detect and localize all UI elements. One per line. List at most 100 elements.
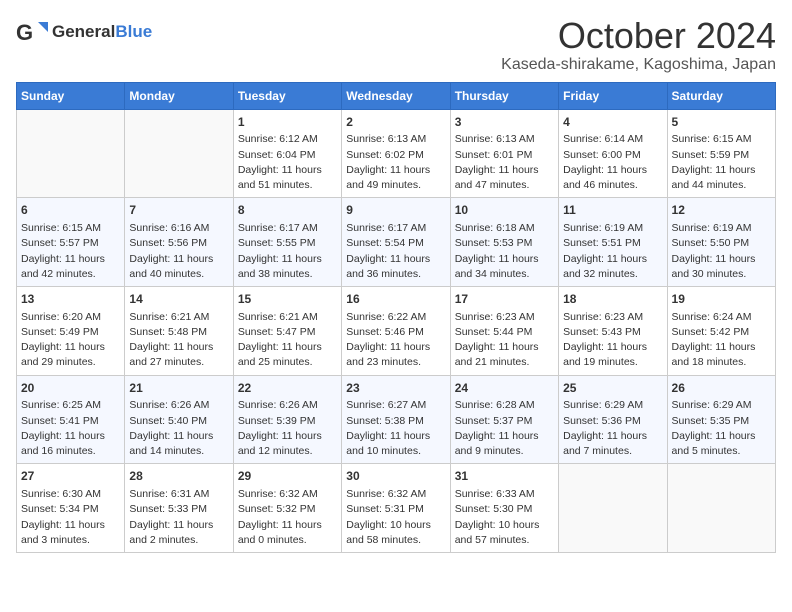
calendar-cell xyxy=(667,464,775,553)
calendar-cell: 2Sunrise: 6:13 AMSunset: 6:02 PMDaylight… xyxy=(342,109,450,198)
day-number: 2 xyxy=(346,114,445,131)
day-number: 18 xyxy=(563,291,662,308)
day-number: 25 xyxy=(563,380,662,397)
day-content: Sunrise: 6:25 AMSunset: 5:41 PMDaylight:… xyxy=(21,398,120,459)
day-content: Sunrise: 6:32 AMSunset: 5:32 PMDaylight:… xyxy=(238,487,337,548)
calendar-cell: 3Sunrise: 6:13 AMSunset: 6:01 PMDaylight… xyxy=(450,109,558,198)
subtitle: Kaseda-shirakame, Kagoshima, Japan xyxy=(501,56,776,74)
day-content: Sunrise: 6:14 AMSunset: 6:00 PMDaylight:… xyxy=(563,132,662,193)
calendar-cell xyxy=(125,109,233,198)
calendar-cell: 21Sunrise: 6:26 AMSunset: 5:40 PMDayligh… xyxy=(125,375,233,464)
day-content: Sunrise: 6:33 AMSunset: 5:30 PMDaylight:… xyxy=(455,487,554,548)
calendar-header: SundayMondayTuesdayWednesdayThursdayFrid… xyxy=(17,82,776,109)
calendar-cell: 24Sunrise: 6:28 AMSunset: 5:37 PMDayligh… xyxy=(450,375,558,464)
day-content: Sunrise: 6:22 AMSunset: 5:46 PMDaylight:… xyxy=(346,310,445,371)
day-content: Sunrise: 6:18 AMSunset: 5:53 PMDaylight:… xyxy=(455,221,554,282)
calendar-cell: 19 Sunrise: 6:24 AMSunset: 5:42 PMDayligh… xyxy=(667,286,775,375)
day-number: 19 xyxy=(672,291,771,308)
weekday-header-friday: Friday xyxy=(559,82,667,109)
day-number: 4 xyxy=(563,114,662,131)
calendar-body: 1Sunrise: 6:12 AMSunset: 6:04 PMDaylight… xyxy=(17,109,776,552)
calendar-cell: 1Sunrise: 6:12 AMSunset: 6:04 PMDaylight… xyxy=(233,109,341,198)
weekday-header-monday: Monday xyxy=(125,82,233,109)
day-number: 29 xyxy=(238,468,337,485)
calendar-cell: 16 Sunrise: 6:22 AMSunset: 5:46 PMDayligh… xyxy=(342,286,450,375)
calendar-cell: 11Sunrise: 6:19 AMSunset: 5:51 PMDayligh… xyxy=(559,198,667,287)
calendar-cell: 29 Sunrise: 6:32 AMSunset: 5:32 PMDayligh… xyxy=(233,464,341,553)
day-number: 13 xyxy=(21,291,120,308)
calendar-cell: 22Sunrise: 6:26 AMSunset: 5:39 PMDayligh… xyxy=(233,375,341,464)
day-number: 26 xyxy=(672,380,771,397)
day-content: Sunrise: 6:17 AMSunset: 5:55 PMDaylight:… xyxy=(238,221,337,282)
day-number: 3 xyxy=(455,114,554,131)
day-content: Sunrise: 6:21 AMSunset: 5:47 PMDaylight:… xyxy=(238,310,337,371)
day-content: Sunrise: 6:29 AMSunset: 5:36 PMDaylight:… xyxy=(563,398,662,459)
title-area: October 2024 Kaseda-shirakame, Kagoshima… xyxy=(501,16,776,74)
day-content: Sunrise: 6:13 AMSunset: 6:01 PMDaylight:… xyxy=(455,132,554,193)
day-content: Sunrise: 6:29 AMSunset: 5:35 PMDaylight:… xyxy=(672,398,771,459)
calendar-cell: 25Sunrise: 6:29 AMSunset: 5:36 PMDayligh… xyxy=(559,375,667,464)
calendar-cell: 17Sunrise: 6:23 AMSunset: 5:44 PMDayligh… xyxy=(450,286,558,375)
day-number: 12 xyxy=(672,202,771,219)
week-row-3: 20Sunrise: 6:25 AMSunset: 5:41 PMDayligh… xyxy=(17,375,776,464)
logo-blue: Blue xyxy=(115,22,152,41)
day-number: 17 xyxy=(455,291,554,308)
day-number: 20 xyxy=(21,380,120,397)
week-row-2: 13Sunrise: 6:20 AMSunset: 5:49 PMDayligh… xyxy=(17,286,776,375)
calendar-cell: 27Sunrise: 6:30 AMSunset: 5:34 PMDayligh… xyxy=(17,464,125,553)
day-number: 28 xyxy=(129,468,228,485)
day-content: Sunrise: 6:26 AMSunset: 5:40 PMDaylight:… xyxy=(129,398,228,459)
calendar-cell: 8Sunrise: 6:17 AMSunset: 5:55 PMDaylight… xyxy=(233,198,341,287)
week-row-4: 27Sunrise: 6:30 AMSunset: 5:34 PMDayligh… xyxy=(17,464,776,553)
day-number: 22 xyxy=(238,380,337,397)
logo-general: General xyxy=(52,22,115,41)
day-number: 5 xyxy=(672,114,771,131)
calendar-cell: 18 Sunrise: 6:23 AMSunset: 5:43 PMDayligh… xyxy=(559,286,667,375)
day-number: 16 xyxy=(346,291,445,308)
day-content: Sunrise: 6:12 AMSunset: 6:04 PMDaylight:… xyxy=(238,132,337,193)
logo: G GeneralBlue xyxy=(16,16,152,48)
week-row-1: 6 Sunrise: 6:15 AMSunset: 5:57 PMDaylight… xyxy=(17,198,776,287)
day-content: Sunrise: 6:19 AMSunset: 5:51 PMDaylight:… xyxy=(563,221,662,282)
calendar-cell: 9Sunrise: 6:17 AMSunset: 5:54 PMDaylight… xyxy=(342,198,450,287)
day-number: 1 xyxy=(238,114,337,131)
day-content: Sunrise: 6:15 AMSunset: 5:59 PMDaylight:… xyxy=(672,132,771,193)
calendar-cell: 5Sunrise: 6:15 AMSunset: 5:59 PMDaylight… xyxy=(667,109,775,198)
calendar-cell: 12 Sunrise: 6:19 AMSunset: 5:50 PMDayligh… xyxy=(667,198,775,287)
day-content: Sunrise: 6:13 AMSunset: 6:02 PMDaylight:… xyxy=(346,132,445,193)
day-number: 24 xyxy=(455,380,554,397)
day-content: Sunrise: 6:32 AMSunset: 5:31 PMDaylight:… xyxy=(346,487,445,548)
day-content: Sunrise: 6:23 AMSunset: 5:43 PMDaylight:… xyxy=(563,310,662,371)
logo-icon: G xyxy=(16,16,48,48)
calendar-table: SundayMondayTuesdayWednesdayThursdayFrid… xyxy=(16,82,776,553)
day-number: 10 xyxy=(455,202,554,219)
calendar-cell: 4Sunrise: 6:14 AMSunset: 6:00 PMDaylight… xyxy=(559,109,667,198)
calendar-cell: 15Sunrise: 6:21 AMSunset: 5:47 PMDayligh… xyxy=(233,286,341,375)
day-number: 23 xyxy=(346,380,445,397)
header-area: G GeneralBlue October 2024 Kaseda-shirak… xyxy=(16,16,776,74)
day-content: Sunrise: 6:17 AMSunset: 5:54 PMDaylight:… xyxy=(346,221,445,282)
day-content: Sunrise: 6:24 AMSunset: 5:42 PMDaylight:… xyxy=(672,310,771,371)
week-row-0: 1Sunrise: 6:12 AMSunset: 6:04 PMDaylight… xyxy=(17,109,776,198)
weekday-header-saturday: Saturday xyxy=(667,82,775,109)
day-content: Sunrise: 6:28 AMSunset: 5:37 PMDaylight:… xyxy=(455,398,554,459)
day-number: 21 xyxy=(129,380,228,397)
day-number: 7 xyxy=(129,202,228,219)
day-number: 6 xyxy=(21,202,120,219)
day-content: Sunrise: 6:31 AMSunset: 5:33 PMDaylight:… xyxy=(129,487,228,548)
calendar-cell: 6 Sunrise: 6:15 AMSunset: 5:57 PMDaylight… xyxy=(17,198,125,287)
calendar-cell: 30 Sunrise: 6:32 AMSunset: 5:31 PMDayligh… xyxy=(342,464,450,553)
main-title: October 2024 xyxy=(501,16,776,56)
calendar-cell: 7Sunrise: 6:16 AMSunset: 5:56 PMDaylight… xyxy=(125,198,233,287)
svg-text:G: G xyxy=(16,20,33,45)
calendar-cell xyxy=(17,109,125,198)
weekday-header-tuesday: Tuesday xyxy=(233,82,341,109)
day-number: 30 xyxy=(346,468,445,485)
day-number: 27 xyxy=(21,468,120,485)
calendar-cell: 26Sunrise: 6:29 AMSunset: 5:35 PMDayligh… xyxy=(667,375,775,464)
calendar-cell: 23Sunrise: 6:27 AMSunset: 5:38 PMDayligh… xyxy=(342,375,450,464)
header-row: SundayMondayTuesdayWednesdayThursdayFrid… xyxy=(17,82,776,109)
weekday-header-thursday: Thursday xyxy=(450,82,558,109)
day-content: Sunrise: 6:19 AMSunset: 5:50 PMDaylight:… xyxy=(672,221,771,282)
day-content: Sunrise: 6:15 AMSunset: 5:57 PMDaylight:… xyxy=(21,221,120,282)
